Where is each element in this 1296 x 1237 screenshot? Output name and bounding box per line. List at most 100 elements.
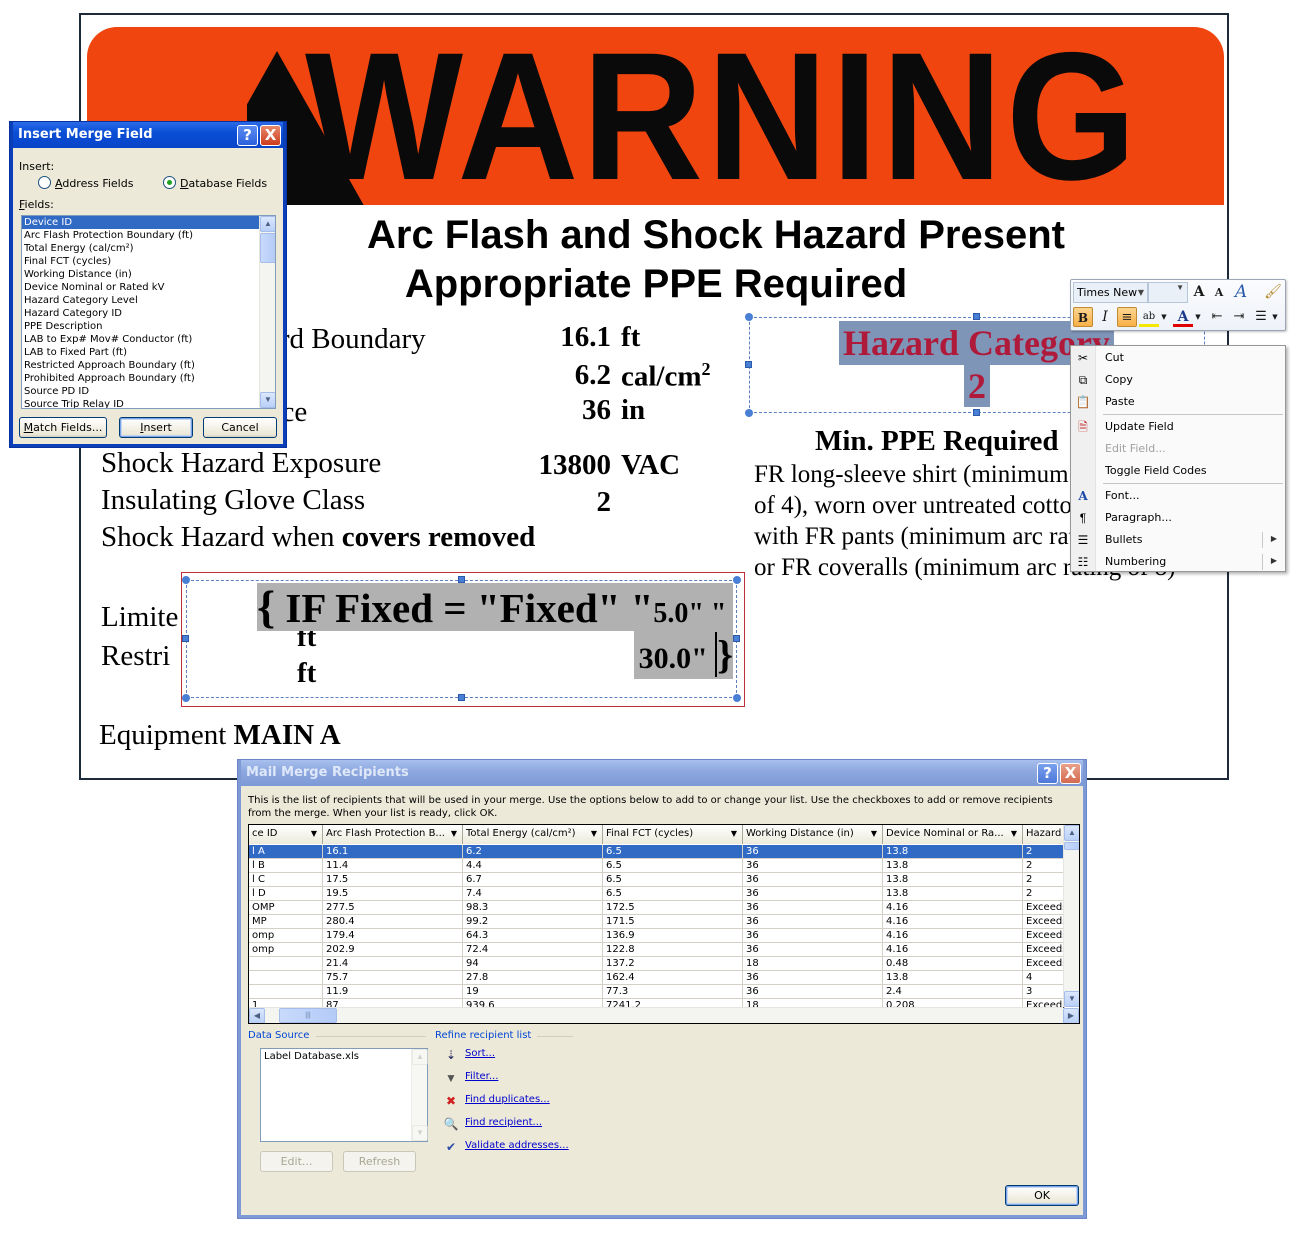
context-menu-item-paste[interactable]: 📋 Paste xyxy=(1071,391,1285,413)
refine-link-find-duplicates[interactable]: Find duplicates... xyxy=(465,1094,550,1105)
context-menu-item-toggle-field-codes[interactable]: Toggle Field Codes xyxy=(1071,460,1285,482)
edit-button[interactable]: Edit... xyxy=(260,1151,333,1172)
table-row[interactable]: MP 280.4 99.2 171.5 36 4.16 Exceeds xyxy=(249,915,1065,929)
column-filter-dropdown-icon[interactable]: ▼ xyxy=(451,825,457,843)
ok-button[interactable]: OK xyxy=(1005,1185,1079,1206)
context-menu-item-update-field[interactable]: 🗎 Update Field xyxy=(1071,416,1285,438)
resize-handle[interactable] xyxy=(973,409,980,416)
scroll-up-icon[interactable]: ▲ xyxy=(260,216,275,232)
address-fields-label[interactable]: Address Fields xyxy=(55,177,133,190)
database-fields-label[interactable]: Database Fields xyxy=(180,177,267,190)
table-row[interactable]: OMP 277.5 98.3 172.5 36 4.16 Exceeds xyxy=(249,901,1065,915)
styles-icon[interactable]: A xyxy=(1231,282,1251,302)
decrease-indent-icon[interactable]: ⇤ xyxy=(1207,307,1227,327)
field-list-item[interactable]: PPE Description xyxy=(22,320,275,333)
context-menu-item-paragraph[interactable]: ¶ Paragraph... xyxy=(1071,507,1285,529)
column-header[interactable]: Working Distance (in) ▼ xyxy=(743,825,883,844)
shrink-font-icon[interactable]: A xyxy=(1209,283,1229,303)
table-row[interactable]: 75.7 27.8 162.4 36 13.8 4 xyxy=(249,971,1065,985)
resize-handle[interactable] xyxy=(973,313,980,320)
font-size-combo[interactable]: ▼ xyxy=(1148,282,1188,303)
context-menu-item-font[interactable]: A Font... xyxy=(1071,485,1285,507)
refine-link-sort[interactable]: Sort... xyxy=(465,1048,495,1059)
close-button[interactable]: X xyxy=(1060,763,1081,784)
bullets-icon[interactable]: ☰ xyxy=(1251,307,1271,327)
chevron-down-icon[interactable]: ▼ xyxy=(1193,307,1203,327)
cancel-button[interactable]: Cancel xyxy=(203,417,277,438)
column-filter-dropdown-icon[interactable]: ▼ xyxy=(591,825,597,843)
filter-icon[interactable]: ▼ xyxy=(443,1070,459,1086)
context-menu-item-copy[interactable]: ⧉ Copy xyxy=(1071,369,1285,391)
fields-listbox[interactable]: Device ID Arc Flash Protection Boundary (… xyxy=(21,215,276,409)
chevron-down-icon[interactable]: ▼ xyxy=(1159,307,1169,327)
scroll-thumb[interactable] xyxy=(260,233,275,263)
font-name-combo[interactable]: Times New ▼ xyxy=(1073,282,1148,303)
column-header[interactable]: ce ID ▼ xyxy=(249,825,323,844)
table-row[interactable]: l D 19.5 7.4 6.5 36 13.8 2 xyxy=(249,887,1065,901)
table-row[interactable]: l A 16.1 6.2 6.5 36 13.8 2 xyxy=(249,845,1065,859)
field-list-item[interactable]: Total Energy (cal/cm²) xyxy=(22,242,275,255)
resize-handle[interactable] xyxy=(458,576,465,583)
data-source-listbox[interactable]: Label Database.xls ▲ ▼ xyxy=(260,1048,428,1142)
scroll-down-icon[interactable]: ▼ xyxy=(260,392,275,408)
field-list-item[interactable]: LAB to Fixed Part (ft) xyxy=(22,346,275,359)
close-button[interactable]: X xyxy=(260,125,281,146)
field-list-item[interactable]: Working Distance (in) xyxy=(22,268,275,281)
column-filter-dropdown-icon[interactable]: ▼ xyxy=(871,825,877,843)
context-menu-item-bullets[interactable]: ☰ Bullets ▶ xyxy=(1071,529,1285,551)
data-source-scrollbar[interactable]: ▲ ▼ xyxy=(411,1049,428,1141)
validate-addresses-icon[interactable]: ✔ xyxy=(443,1139,459,1155)
resize-handle[interactable] xyxy=(733,694,741,702)
field-list-item[interactable]: LAB to Exp# Mov# Conductor (ft) xyxy=(22,333,275,346)
field-list-item[interactable]: Source PD ID xyxy=(22,385,275,398)
fields-scrollbar[interactable]: ▲ ▼ xyxy=(259,216,275,408)
find-recipient-icon[interactable]: 🔍 xyxy=(443,1116,459,1132)
scroll-thumb[interactable] xyxy=(1064,842,1079,850)
italic-button[interactable]: I xyxy=(1095,307,1115,327)
field-list-item[interactable]: Hazard Category Level xyxy=(22,294,275,307)
address-fields-radio[interactable] xyxy=(38,176,51,189)
scroll-thumb[interactable]: ||| xyxy=(279,1008,337,1023)
column-header[interactable]: Device Nominal or Ra... ▼ xyxy=(883,825,1023,844)
dialog-title-bar[interactable]: Insert Merge Field ? X xyxy=(13,122,283,148)
grid-horizontal-scrollbar[interactable]: ◀ ||| ▶ xyxy=(249,1007,1079,1023)
refine-link-validate-addresses[interactable]: Validate addresses... xyxy=(465,1140,569,1151)
data-source-item[interactable]: Label Database.xls xyxy=(261,1049,427,1062)
column-header[interactable]: Hazard xyxy=(1023,825,1065,844)
sort-az-icon[interactable]: ⇣ xyxy=(443,1047,459,1063)
dialog-title-bar[interactable]: Mail Merge Recipients ? X xyxy=(241,760,1083,786)
field-code-line-2[interactable]: 30.0" } xyxy=(634,631,733,679)
context-menu-item-edit-field[interactable]: Edit Field... xyxy=(1071,438,1285,460)
bold-button[interactable]: B xyxy=(1073,307,1093,327)
field-list-item[interactable]: Source Trip Relay ID xyxy=(22,398,275,408)
hazard-category-value[interactable]: 2 xyxy=(964,365,990,407)
table-row[interactable]: 21.4 94 137.2 18 0.48 Exceeds xyxy=(249,957,1065,971)
field-list-item[interactable]: Hazard Category ID xyxy=(22,307,275,320)
table-row[interactable]: l B 11.4 4.4 6.5 36 13.8 2 xyxy=(249,859,1065,873)
increase-indent-icon[interactable]: ⇥ xyxy=(1229,307,1249,327)
refine-link-find-recipient[interactable]: Find recipient... xyxy=(465,1117,542,1128)
recipients-grid[interactable]: ce ID ▼ Arc Flash Protection B... ▼ Total En… xyxy=(248,824,1080,1024)
resize-handle[interactable] xyxy=(182,694,190,702)
table-row[interactable]: 11.9 19 77.3 36 2.4 3 xyxy=(249,985,1065,999)
table-row[interactable]: omp 179.4 64.3 136.9 36 4.16 Exceeds xyxy=(249,929,1065,943)
field-list-item[interactable]: Restricted Approach Boundary (ft) xyxy=(22,359,275,372)
center-align-icon[interactable]: ≡ xyxy=(1117,307,1137,327)
context-menu-item-numbering[interactable]: ☷ Numbering ▶ xyxy=(1071,551,1285,573)
resize-handle[interactable] xyxy=(182,576,190,584)
resize-handle[interactable] xyxy=(745,409,753,417)
chevron-down-icon[interactable]: ▼ xyxy=(1269,307,1281,327)
highlight-icon[interactable]: ab xyxy=(1139,307,1159,327)
field-list-item[interactable]: Final FCT (cycles) xyxy=(22,255,275,268)
refine-link-filter[interactable]: Filter... xyxy=(465,1071,498,1082)
find-duplicates-icon[interactable]: ✖ xyxy=(443,1093,459,1109)
context-menu-item-cut[interactable]: ✂ Cut xyxy=(1071,347,1285,369)
scroll-up-icon[interactable]: ▲ xyxy=(412,1049,428,1065)
scroll-down-icon[interactable]: ▼ xyxy=(412,1125,428,1141)
resize-handle[interactable] xyxy=(745,313,753,321)
field-code-line-1[interactable]: { IF Fixed = "Fixed" "5.0" " xyxy=(257,583,733,631)
grow-font-icon[interactable]: A xyxy=(1189,282,1209,302)
field-list-item[interactable]: Device Nominal or Rated kV xyxy=(22,281,275,294)
match-fields-button[interactable]: Match Fields... xyxy=(19,417,107,438)
column-header[interactable]: Total Energy (cal/cm²) ▼ xyxy=(463,825,603,844)
